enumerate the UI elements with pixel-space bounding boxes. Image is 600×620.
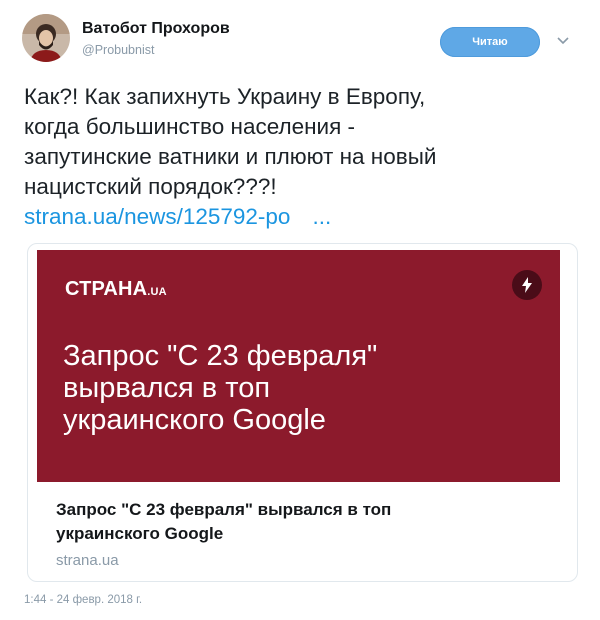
card-title-line: украинского Google — [56, 524, 224, 543]
tweet-text-line: когда большинство населения - — [24, 114, 356, 139]
avatar[interactable] — [22, 14, 70, 62]
author-handle[interactable]: @Probubnist — [82, 43, 154, 57]
card-image-headline: Запрос "С 23 февраля" вырвался в топ укр… — [63, 340, 533, 436]
card-image-headline-line: вырвался в топ — [63, 372, 271, 404]
card-image-headline-line: украинского Google — [63, 404, 326, 436]
card-image-headline-line: Запрос "С 23 февраля" — [63, 340, 378, 372]
link-preview-card[interactable]: СТРАНА.UA Запрос "С 23 февраля" вырвался… — [27, 243, 578, 582]
tweet-link-url[interactable]: strana.ua/news/125792-po — [24, 204, 290, 229]
tweet-link-ellipsis: ... — [312, 204, 332, 229]
brand-tld: .UA — [147, 286, 167, 298]
lightning-bolt-icon — [512, 270, 542, 300]
brand-logo: СТРАНА.UA — [65, 278, 167, 301]
tweet-text: Как?! Как запихнуть Украину в Европу, ко… — [24, 82, 584, 232]
card-title-line: Запрос "С 23 февраля" вырвался в топ — [56, 500, 392, 519]
avatar-image — [22, 14, 70, 62]
tweet-text-line: Как?! Как запихнуть Украину в Европу, — [24, 84, 426, 109]
author-name[interactable]: Ватобот Прохоров — [82, 20, 230, 38]
card-image[interactable]: СТРАНА.UA Запрос "С 23 февраля" вырвался… — [37, 250, 560, 482]
tweet-timestamp[interactable]: 1:44 - 24 февр. 2018 г. — [24, 594, 142, 606]
tweet-text-line: запутинские ватники и плюют на новый — [24, 144, 437, 169]
card-title[interactable]: Запрос "С 23 февраля" вырвался в топ укр… — [56, 498, 556, 546]
tweet: Ватобот Прохоров @Probubnist Читаю Как?!… — [0, 0, 600, 620]
chevron-down-icon[interactable] — [556, 34, 570, 48]
brand-name: СТРАНА — [65, 278, 148, 300]
tweet-text-line: нацистский порядок???! — [24, 174, 277, 199]
card-domain: strana.ua — [56, 552, 119, 569]
tweet-link[interactable]: strana.ua/news/125792-po... — [24, 202, 584, 232]
following-button[interactable]: Читаю — [440, 27, 540, 57]
